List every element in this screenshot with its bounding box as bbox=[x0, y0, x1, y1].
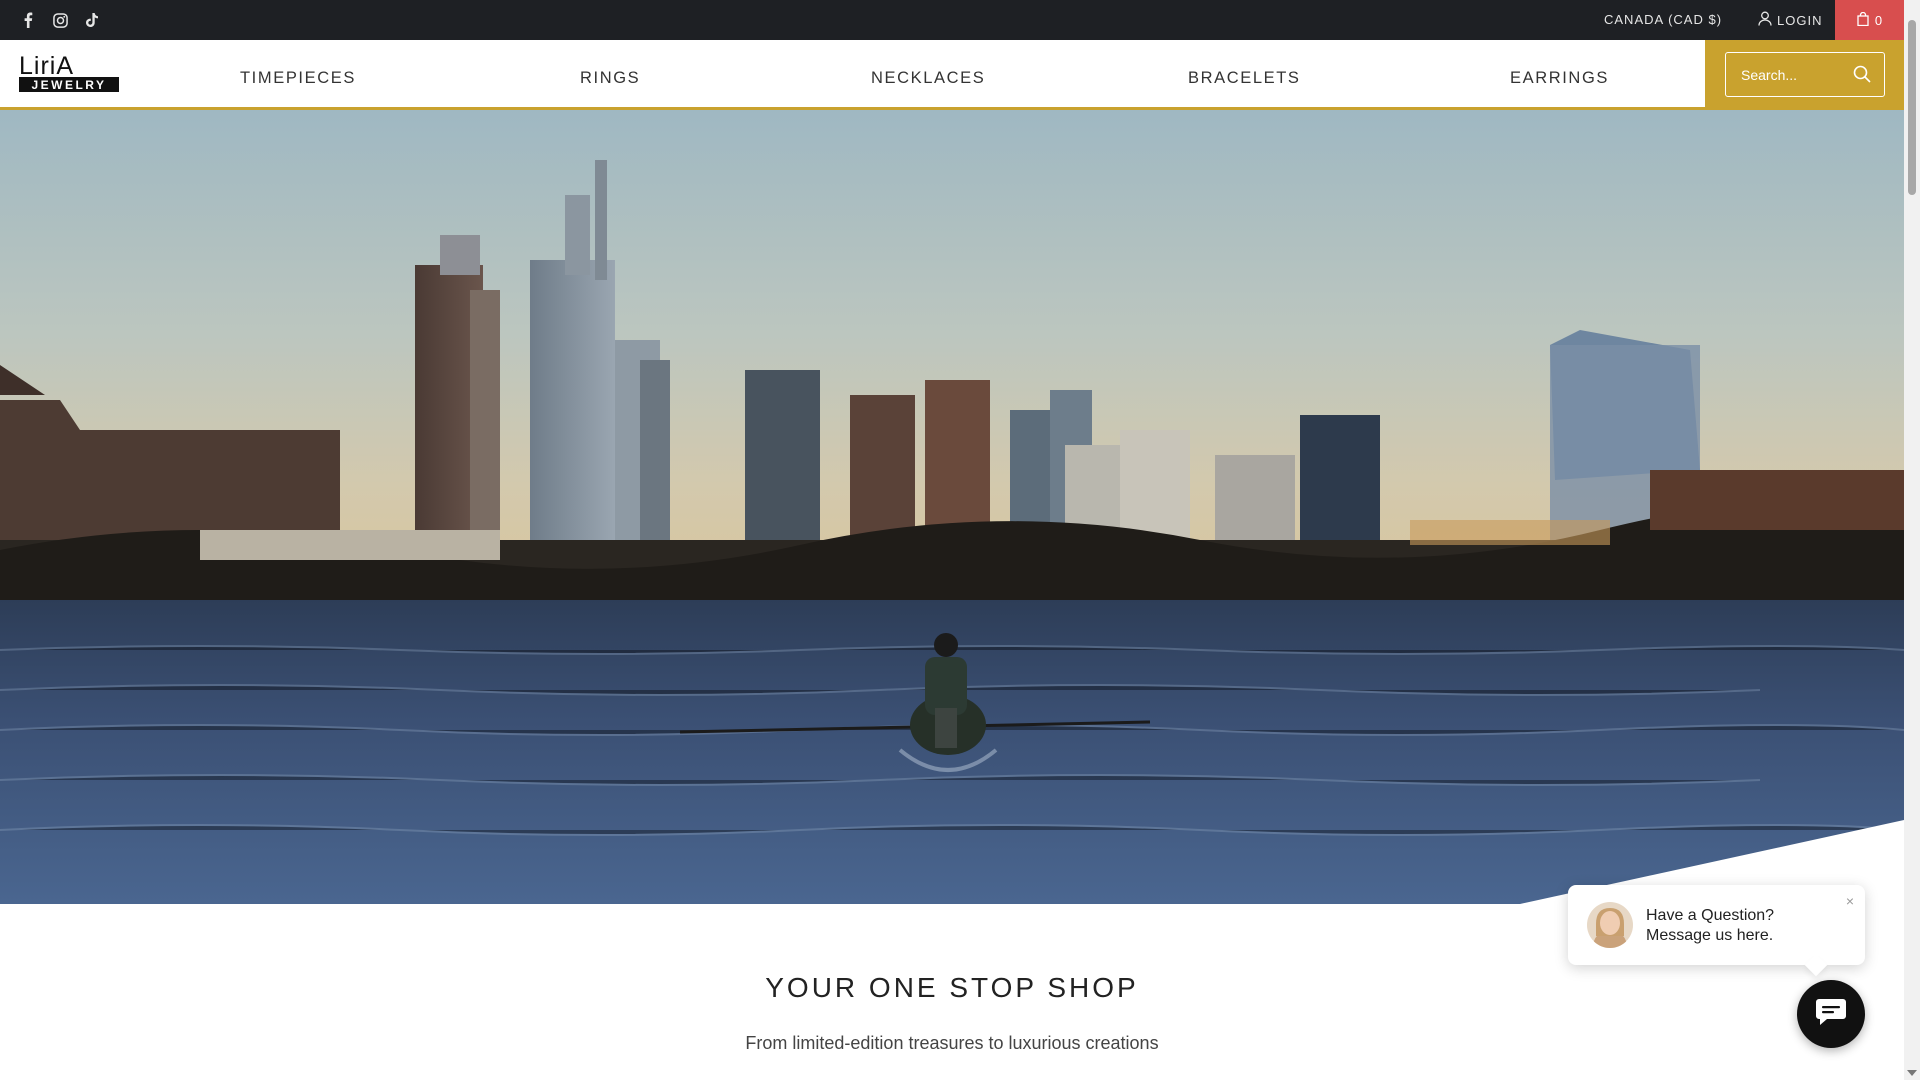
nav-necklaces[interactable]: NECKLACES bbox=[871, 40, 985, 107]
search-box bbox=[1725, 52, 1885, 97]
cart-button[interactable]: 0 bbox=[1835, 0, 1904, 40]
main-header: LiriA JEWELRY TIMEPIECES RINGS NECKLACES… bbox=[0, 40, 1904, 110]
chat-line-1: Have a Question? bbox=[1646, 907, 1775, 924]
user-icon bbox=[1758, 11, 1772, 29]
section-subtitle: From limited-edition treasures to luxuri… bbox=[745, 1033, 1159, 1053]
cart-count: 0 bbox=[1874, 12, 1883, 28]
facebook-icon[interactable] bbox=[18, 10, 38, 30]
chat-popup[interactable]: Have a Question? Message us here. × bbox=[1568, 885, 1865, 965]
search-icon[interactable] bbox=[1853, 65, 1871, 88]
search-area bbox=[1705, 40, 1904, 107]
search-input[interactable] bbox=[1726, 66, 1841, 83]
login-link[interactable]: LOGIN bbox=[1758, 0, 1822, 40]
logo-wordmark-top: LiriA bbox=[19, 52, 74, 80]
chat-bubble-icon bbox=[1815, 997, 1847, 1032]
close-icon[interactable]: × bbox=[1846, 893, 1854, 909]
chat-line-2: Message us here. bbox=[1646, 927, 1774, 944]
nav-earrings[interactable]: EARRINGS bbox=[1510, 40, 1609, 107]
nav-timepieces[interactable]: TIMEPIECES bbox=[240, 40, 356, 107]
chat-message: Have a Question? Message us here. bbox=[1646, 906, 1826, 946]
nav-bracelets[interactable]: BRACELETS bbox=[1188, 40, 1301, 107]
nav-rings[interactable]: RINGS bbox=[580, 40, 640, 107]
tiktok-icon[interactable] bbox=[82, 10, 102, 30]
agent-avatar bbox=[1587, 902, 1633, 948]
instagram-icon[interactable] bbox=[50, 10, 70, 30]
login-label: LOGIN bbox=[1777, 12, 1823, 28]
page-scrollbar[interactable] bbox=[1904, 0, 1920, 1080]
site-logo[interactable]: LiriA JEWELRY bbox=[18, 52, 122, 94]
chat-launcher-button[interactable] bbox=[1797, 980, 1865, 1048]
section-title: YOUR ONE STOP SHOP bbox=[765, 972, 1139, 1003]
social-links bbox=[18, 0, 102, 40]
top-bar: CANADA (CAD $) LOGIN 0 bbox=[0, 0, 1904, 40]
shopping-bag-icon bbox=[1857, 11, 1869, 29]
hero-image bbox=[0, 110, 1904, 904]
hero-banner bbox=[0, 110, 1904, 904]
scroll-down-arrow-icon[interactable] bbox=[1907, 1070, 1917, 1076]
currency-selector[interactable]: CANADA (CAD $) bbox=[1604, 0, 1722, 40]
scrollbar-thumb[interactable] bbox=[1908, 20, 1916, 195]
logo-wordmark-bottom: JEWELRY bbox=[31, 78, 106, 92]
